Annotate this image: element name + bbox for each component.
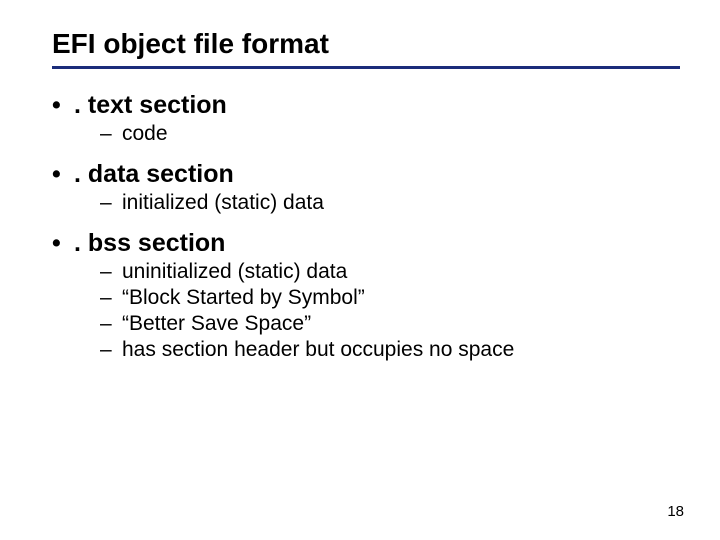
bullet-dash-icon: – [100, 191, 122, 215]
list-item: – initialized (static) data [100, 191, 680, 215]
bullet-dash-icon: – [100, 338, 122, 362]
bullet-dash-icon: – [100, 122, 122, 146]
sub-label: code [122, 122, 168, 146]
list-item: • . bss section – uninitialized (static)… [52, 229, 680, 362]
bullet-label: . bss section [74, 229, 225, 258]
sub-label: uninitialized (static) data [122, 260, 347, 284]
sub-label: has section header but occupies no space [122, 338, 514, 362]
sub-label: initialized (static) data [122, 191, 324, 215]
bullet-level-1: • . text section [52, 91, 680, 120]
list-item: • . data section – initialized (static) … [52, 160, 680, 215]
bullet-dash-icon: – [100, 312, 122, 336]
bullet-label: . text section [74, 91, 227, 120]
page-number: 18 [667, 503, 684, 520]
sub-list: – initialized (static) data [100, 191, 680, 215]
list-item: – “Block Started by Symbol” [100, 286, 680, 310]
slide: EFI object file format • . text section … [0, 0, 720, 540]
list-item: – has section header but occupies no spa… [100, 338, 680, 362]
sub-label: “Better Save Space” [122, 312, 311, 336]
list-item: – “Better Save Space” [100, 312, 680, 336]
bullet-list: • . text section – code • . data section… [52, 91, 680, 362]
bullet-dot-icon: • [52, 229, 74, 258]
bullet-level-1: • . bss section [52, 229, 680, 258]
bullet-level-1: • . data section [52, 160, 680, 189]
slide-title: EFI object file format [52, 28, 680, 60]
bullet-dot-icon: • [52, 91, 74, 120]
list-item: – uninitialized (static) data [100, 260, 680, 284]
list-item: • . text section – code [52, 91, 680, 146]
title-divider [52, 66, 680, 69]
bullet-dash-icon: – [100, 286, 122, 310]
bullet-dot-icon: • [52, 160, 74, 189]
list-item: – code [100, 122, 680, 146]
bullet-dash-icon: – [100, 260, 122, 284]
sub-label: “Block Started by Symbol” [122, 286, 365, 310]
sub-list: – code [100, 122, 680, 146]
bullet-label: . data section [74, 160, 234, 189]
sub-list: – uninitialized (static) data – “Block S… [100, 260, 680, 362]
